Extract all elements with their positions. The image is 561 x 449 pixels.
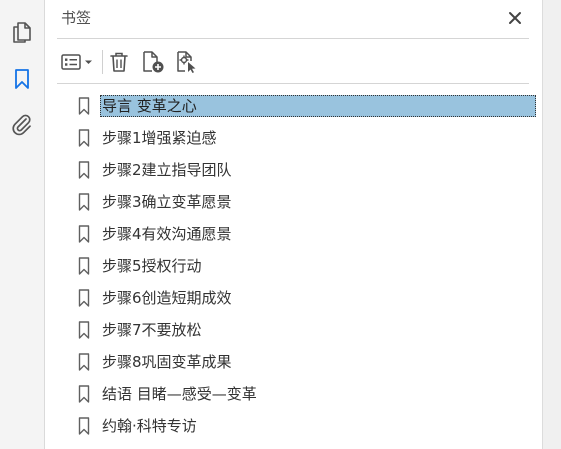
add-bookmark-icon bbox=[143, 51, 164, 73]
new-bookmark-from-structure-button[interactable] bbox=[173, 48, 201, 76]
bookmark-label: 步骤6创造短期成效 bbox=[102, 289, 232, 307]
bookmark-item[interactable]: 步骤6创造短期成效 bbox=[45, 282, 542, 314]
bookmark-item[interactable]: 步骤5授权行动 bbox=[45, 250, 542, 282]
bookmark-label: 步骤8巩固变革成果 bbox=[102, 353, 232, 371]
pages-panel-button[interactable] bbox=[0, 14, 44, 50]
title-divider bbox=[57, 38, 529, 39]
bookmark-label: 步骤7不要放松 bbox=[102, 321, 202, 339]
trash-icon bbox=[110, 52, 128, 72]
pages-icon bbox=[13, 22, 31, 43]
new-bookmark-button[interactable] bbox=[139, 48, 167, 76]
bookmark-item[interactable]: 约翰·科特专访 bbox=[45, 410, 542, 442]
bookmark-icon bbox=[78, 225, 90, 243]
attachments-panel-button[interactable] bbox=[0, 107, 44, 143]
bookmark-icon bbox=[15, 69, 29, 89]
bookmark-icon bbox=[78, 161, 90, 179]
bookmark-item[interactable]: 导言 变革之心 bbox=[45, 90, 542, 122]
close-panel-button[interactable] bbox=[503, 6, 527, 30]
bookmarks-window: 书签 导言 变革之心 步骤1增强紧迫感 步骤2建立指导团队 步骤3确立变革愿景 … bbox=[0, 0, 561, 449]
bookmark-item[interactable]: 步骤8巩固变革成果 bbox=[45, 346, 542, 378]
bookmarks-panel-button[interactable] bbox=[0, 61, 44, 97]
bookmark-label: 导言 变革之心 bbox=[100, 95, 536, 117]
bookmarks-list: 导言 变革之心 步骤1增强紧迫感 步骤2建立指导团队 步骤3确立变革愿景 步骤4… bbox=[45, 90, 542, 442]
bookmark-label: 步骤2建立指导团队 bbox=[102, 161, 232, 179]
paperclip-icon bbox=[12, 114, 31, 136]
delete-bookmark-button[interactable] bbox=[107, 48, 131, 76]
bookmark-icon bbox=[78, 129, 90, 147]
navigation-rail bbox=[0, 0, 45, 449]
bookmark-icon bbox=[78, 385, 90, 403]
bookmark-icon bbox=[78, 257, 90, 275]
bookmark-icon bbox=[78, 97, 90, 115]
toolbar-separator bbox=[102, 50, 103, 74]
bookmark-cursor-icon bbox=[177, 51, 196, 73]
toolbar-divider bbox=[57, 83, 529, 84]
bookmark-label: 步骤3确立变革愿景 bbox=[102, 193, 232, 211]
bookmark-icon bbox=[78, 353, 90, 371]
bookmark-item[interactable]: 步骤7不要放松 bbox=[45, 314, 542, 346]
options-list-icon bbox=[61, 54, 92, 70]
bookmark-label: 步骤5授权行动 bbox=[102, 257, 202, 275]
bookmark-icon bbox=[78, 289, 90, 307]
bookmark-icon bbox=[78, 321, 90, 339]
bookmarks-panel: 书签 导言 变革之心 步骤1增强紧迫感 步骤2建立指导团队 步骤3确立变革愿景 … bbox=[45, 0, 542, 449]
options-menu-button[interactable] bbox=[59, 48, 97, 76]
panel-title: 书签 bbox=[61, 9, 92, 27]
bookmark-icon bbox=[78, 417, 90, 435]
bookmark-item[interactable]: 步骤2建立指导团队 bbox=[45, 154, 542, 186]
bookmark-item[interactable]: 结语 目睹—感受—变革 bbox=[45, 378, 542, 410]
close-icon bbox=[509, 12, 521, 24]
vertical-scroll-gutter[interactable] bbox=[542, 0, 561, 449]
bookmark-item[interactable]: 步骤4有效沟通愿景 bbox=[45, 218, 542, 250]
bookmark-item[interactable]: 步骤3确立变革愿景 bbox=[45, 186, 542, 218]
bookmark-label: 步骤1增强紧迫感 bbox=[102, 129, 217, 147]
bookmark-item[interactable]: 步骤1增强紧迫感 bbox=[45, 122, 542, 154]
bookmarks-toolbar bbox=[57, 44, 529, 78]
bookmark-label: 结语 目睹—感受—变革 bbox=[102, 385, 257, 403]
bookmark-label: 步骤4有效沟通愿景 bbox=[102, 225, 232, 243]
bookmark-label: 约翰·科特专访 bbox=[102, 417, 197, 435]
bookmark-icon bbox=[78, 193, 90, 211]
